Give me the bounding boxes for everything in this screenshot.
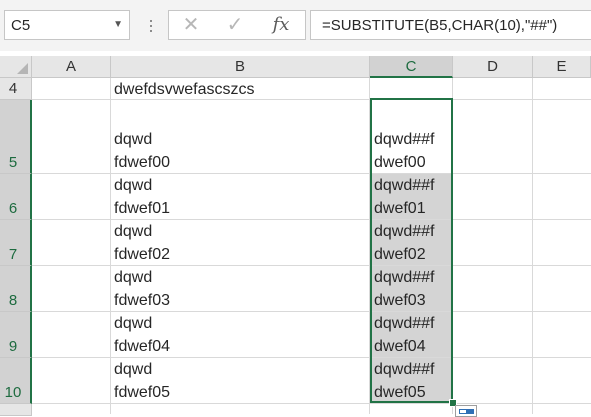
row-number: 7 — [8, 246, 18, 263]
column-header-a[interactable]: A — [32, 56, 111, 78]
row-header-4[interactable]: 4 — [0, 78, 32, 100]
check-icon[interactable]: ✓ — [215, 11, 255, 39]
selection-border — [370, 98, 453, 403]
gridline — [532, 78, 533, 414]
name-box[interactable]: C5 ▼ — [4, 10, 130, 40]
row-header-7[interactable]: 7 — [0, 220, 32, 266]
cell-b9-line2[interactable]: fdwef04 — [114, 335, 170, 358]
formula-bar: C5 ▼ ✕ ✓ fx =SUBSTITUTE(B5,CHAR(10),"##"… — [0, 0, 591, 51]
row-number: 5 — [8, 154, 18, 171]
row-header-11[interactable] — [0, 404, 32, 416]
cell-b5-line1[interactable]: dqwd — [114, 128, 152, 151]
column-header-e[interactable]: E — [533, 56, 591, 78]
cell-b8-line2[interactable]: fdwef03 — [114, 289, 170, 312]
row-number: 6 — [8, 200, 18, 217]
column-header-b[interactable]: B — [111, 56, 370, 78]
name-box-value: C5 — [11, 17, 31, 34]
formula-input[interactable]: =SUBSTITUTE(B5,CHAR(10),"##") — [310, 10, 591, 40]
row-number: 9 — [8, 338, 18, 355]
cell-b7-line1[interactable]: dqwd — [114, 220, 152, 243]
cell-b6-line2[interactable]: fdwef01 — [114, 197, 170, 220]
chevron-down-icon[interactable]: ▼ — [113, 19, 123, 30]
select-all-icon — [17, 63, 28, 74]
cell-grid[interactable]: dwefdsvwefascszcs dqwd fdwef00 dqwd fdwe… — [32, 78, 591, 414]
insert-function-button[interactable]: fx — [261, 11, 301, 39]
cell-b9-line1[interactable]: dqwd — [114, 312, 152, 335]
select-all-button[interactable] — [0, 56, 32, 78]
row-number: 10 — [4, 384, 22, 401]
cell-b7-line2[interactable]: fdwef02 — [114, 243, 170, 266]
cell-b6-line1[interactable]: dqwd — [114, 174, 152, 197]
row-header-8[interactable]: 8 — [0, 266, 32, 312]
close-icon[interactable]: ✕ — [171, 11, 211, 39]
cell-b4[interactable]: dwefdsvwefascszcs — [114, 78, 255, 101]
row-header-6[interactable]: 6 — [0, 174, 32, 220]
row-header-10[interactable]: 10 — [0, 358, 32, 404]
row-header-5[interactable]: 5 — [0, 100, 32, 174]
drag-handle-icon[interactable] — [146, 14, 156, 38]
gridline — [110, 78, 111, 414]
cell-b8-line1[interactable]: dqwd — [114, 266, 152, 289]
cell-b10-line2[interactable]: fdwef05 — [114, 381, 170, 404]
quick-analysis-icon[interactable] — [455, 405, 477, 417]
quick-analysis-icon-right — [466, 409, 474, 414]
formula-text: =SUBSTITUTE(B5,CHAR(10),"##") — [322, 17, 558, 34]
column-header-c[interactable]: C — [370, 56, 453, 78]
row-header-9[interactable]: 9 — [0, 312, 32, 358]
formula-buttons: ✕ ✓ fx — [168, 10, 306, 40]
cell-b10-line1[interactable]: dqwd — [114, 358, 152, 381]
row-number: 8 — [8, 292, 18, 309]
row-number: 4 — [8, 80, 18, 97]
column-header-d[interactable]: D — [453, 56, 533, 78]
cell-b5-line2[interactable]: fdwef00 — [114, 151, 170, 174]
